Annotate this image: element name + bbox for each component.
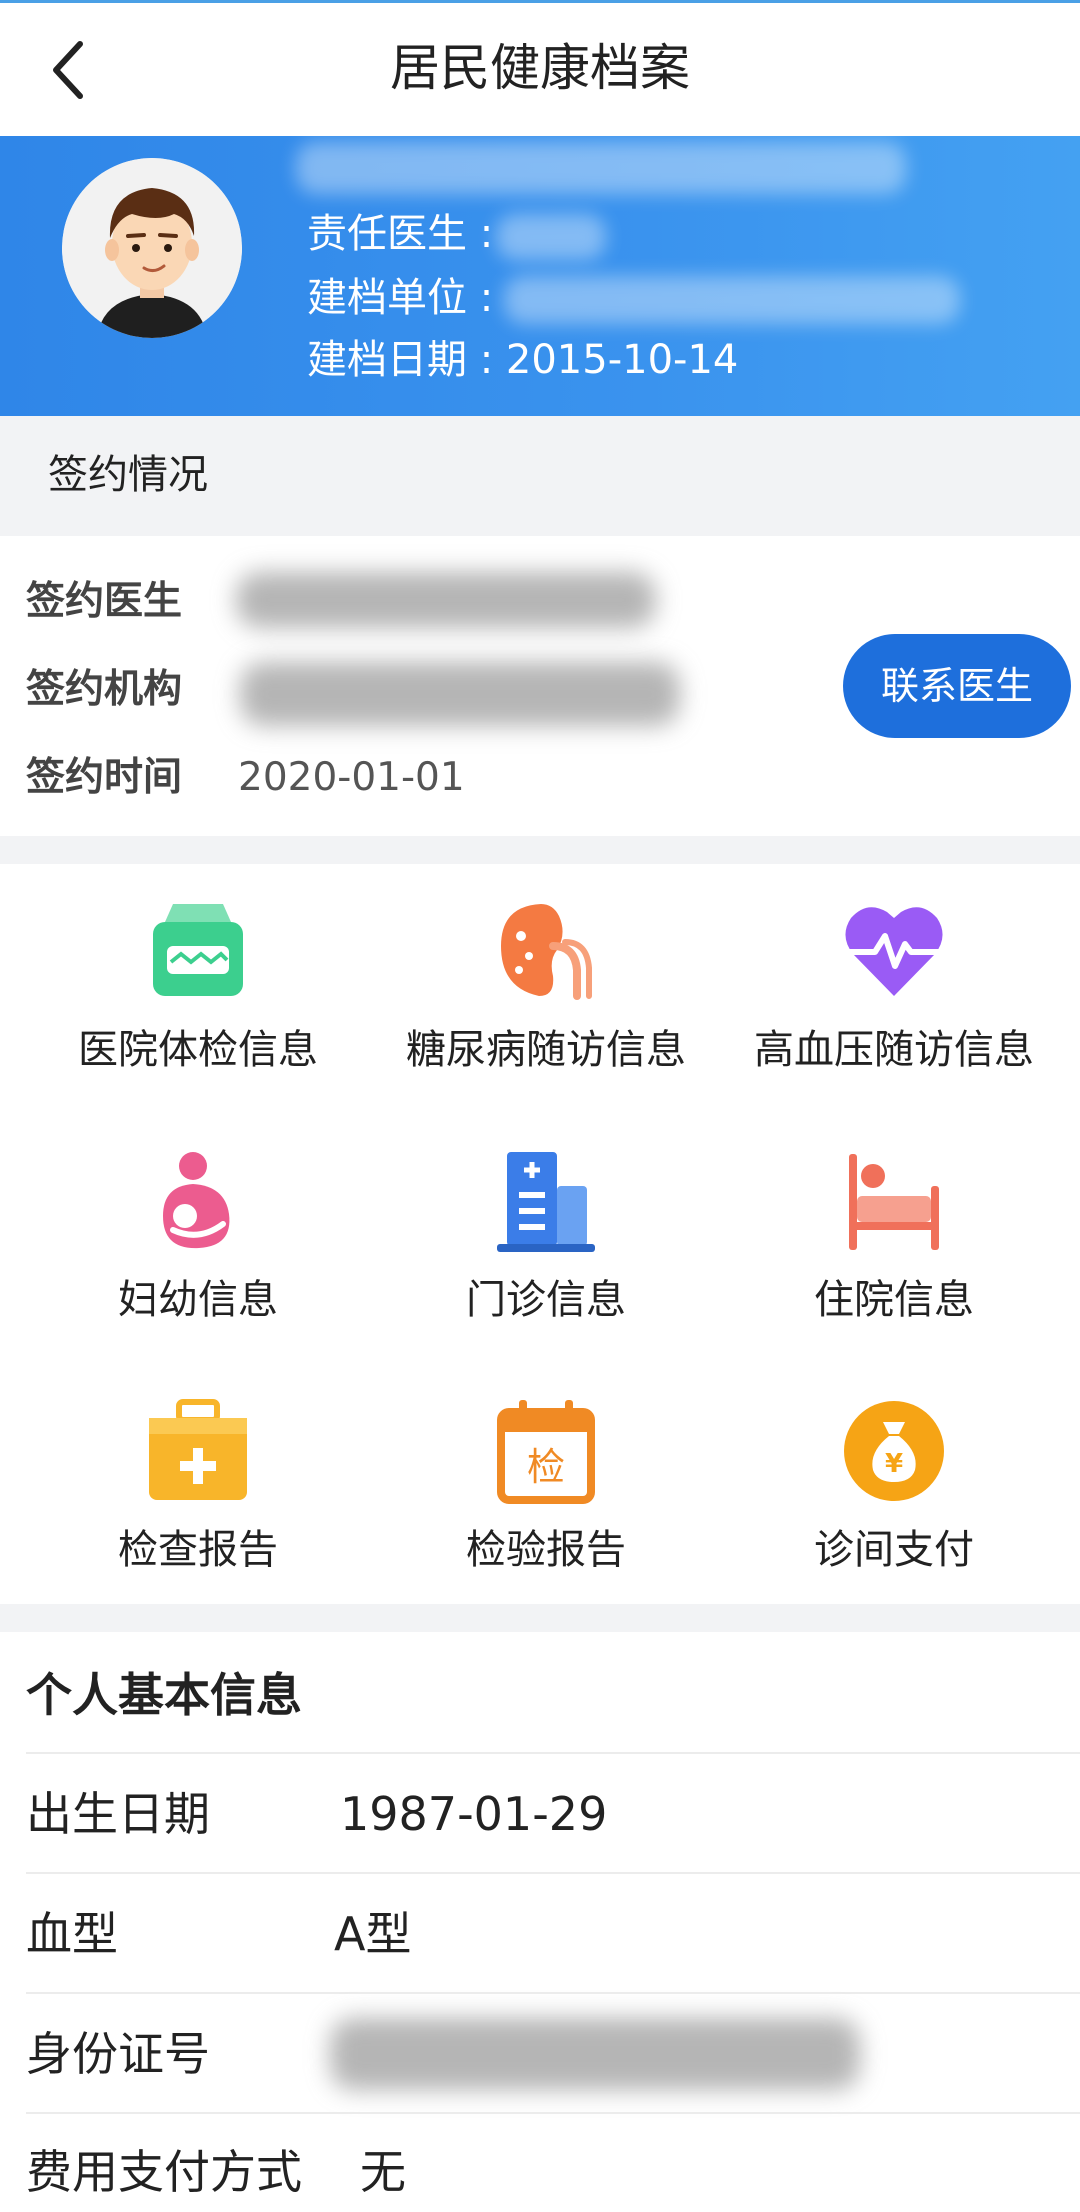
- divider-band: [0, 836, 1080, 864]
- page-title: 居民健康档案: [390, 39, 690, 97]
- money-bag-icon: ¥: [844, 1401, 944, 1501]
- grid-item-outpatient[interactable]: 门诊信息: [366, 1146, 726, 1346]
- kidney-icon: [501, 904, 592, 1000]
- lab-calendar-icon: 检: [497, 1400, 595, 1504]
- birth-date-value: 1987-01-29: [340, 1787, 608, 1841]
- user-avatar-icon: [62, 158, 242, 338]
- redacted-unit: [504, 276, 960, 324]
- grid-label: 医院体检信息: [78, 1027, 318, 1073]
- blood-type-value: A型: [334, 1907, 412, 1961]
- avatar: [62, 158, 242, 338]
- sign-doctor-label: 签约医生: [26, 579, 183, 624]
- grid-label: 妇幼信息: [118, 1277, 278, 1323]
- redacted-sign-org: [240, 662, 680, 726]
- first-aid-box-icon: [149, 1399, 247, 1500]
- grid-item-physical-exam[interactable]: 医院体检信息: [18, 896, 378, 1096]
- doctor-line: 责任医生 :: [307, 206, 493, 262]
- sign-org-label: 签约机构: [26, 667, 183, 712]
- payment-method-value: 无: [360, 2145, 406, 2199]
- medical-kit-icon: [153, 904, 243, 996]
- redacted-name: [296, 142, 906, 194]
- sign-time-value: 2020-01-01: [238, 755, 465, 800]
- row-divider: [26, 1872, 1080, 1874]
- profile-header: 责任医生 : 建档单位 : 建档日期 : 2015-10-14: [0, 136, 1080, 416]
- redacted-sign-doctor: [236, 572, 656, 628]
- row-divider: [26, 1752, 1080, 1754]
- grid-label: 诊间支付: [814, 1527, 974, 1573]
- grid-label: 门诊信息: [466, 1277, 626, 1323]
- sign-section-title: 签约情况: [48, 452, 208, 498]
- contact-doctor-button[interactable]: 联系医生: [843, 634, 1071, 738]
- nav-bar: 居民健康档案: [0, 0, 1080, 136]
- grid-label: 住院信息: [814, 1277, 974, 1323]
- row-divider: [26, 2112, 1080, 2114]
- grid-label: 高血压随访信息: [754, 1027, 1034, 1073]
- blood-type-label: 血型: [26, 1907, 118, 1961]
- id-number-label: 身份证号: [26, 2027, 210, 2081]
- divider-band: [0, 1604, 1080, 1632]
- mother-baby-icon: [163, 1152, 230, 1249]
- birth-date-label: 出生日期: [26, 1787, 210, 1841]
- hospital-building-icon: [497, 1152, 595, 1252]
- grid-label: 检查报告: [118, 1527, 278, 1573]
- filing-date-line: 建档日期 : 2015-10-14: [307, 337, 739, 383]
- unit-line: 建档单位 :: [307, 270, 493, 326]
- row-divider: [26, 1992, 1080, 1994]
- grid-item-exam-report[interactable]: 检查报告: [18, 1396, 378, 1596]
- grid-item-diabetes[interactable]: 糖尿病随访信息: [366, 896, 726, 1096]
- grid-label: 检验报告: [466, 1527, 626, 1573]
- sign-time-label: 签约时间: [26, 755, 183, 800]
- grid-item-maternal-child[interactable]: 妇幼信息: [18, 1146, 378, 1346]
- grid-item-clinic-payment[interactable]: ¥ 诊间支付: [714, 1396, 1074, 1596]
- responsible-doctor-label: 责任医生 :: [307, 211, 494, 257]
- grid-item-inpatient[interactable]: 住院信息: [714, 1146, 1074, 1346]
- grid-item-hypertension[interactable]: 高血压随访信息: [714, 896, 1074, 1096]
- lab-badge-text: 检: [527, 1445, 565, 1489]
- personal-info-title: 个人基本信息: [26, 1668, 302, 1722]
- filing-unit-label: 建档单位 :: [307, 275, 494, 321]
- redacted-doctor: [496, 214, 606, 260]
- hospital-bed-icon: [849, 1154, 939, 1250]
- payment-method-label: 费用支付方式: [26, 2145, 302, 2199]
- grid-item-lab-report[interactable]: 检 检验报告: [366, 1396, 726, 1596]
- grid-label: 糖尿病随访信息: [406, 1027, 686, 1073]
- yen-symbol: ¥: [885, 1449, 903, 1479]
- redacted-id-number: [330, 2018, 860, 2090]
- heartbeat-icon: [845, 907, 943, 996]
